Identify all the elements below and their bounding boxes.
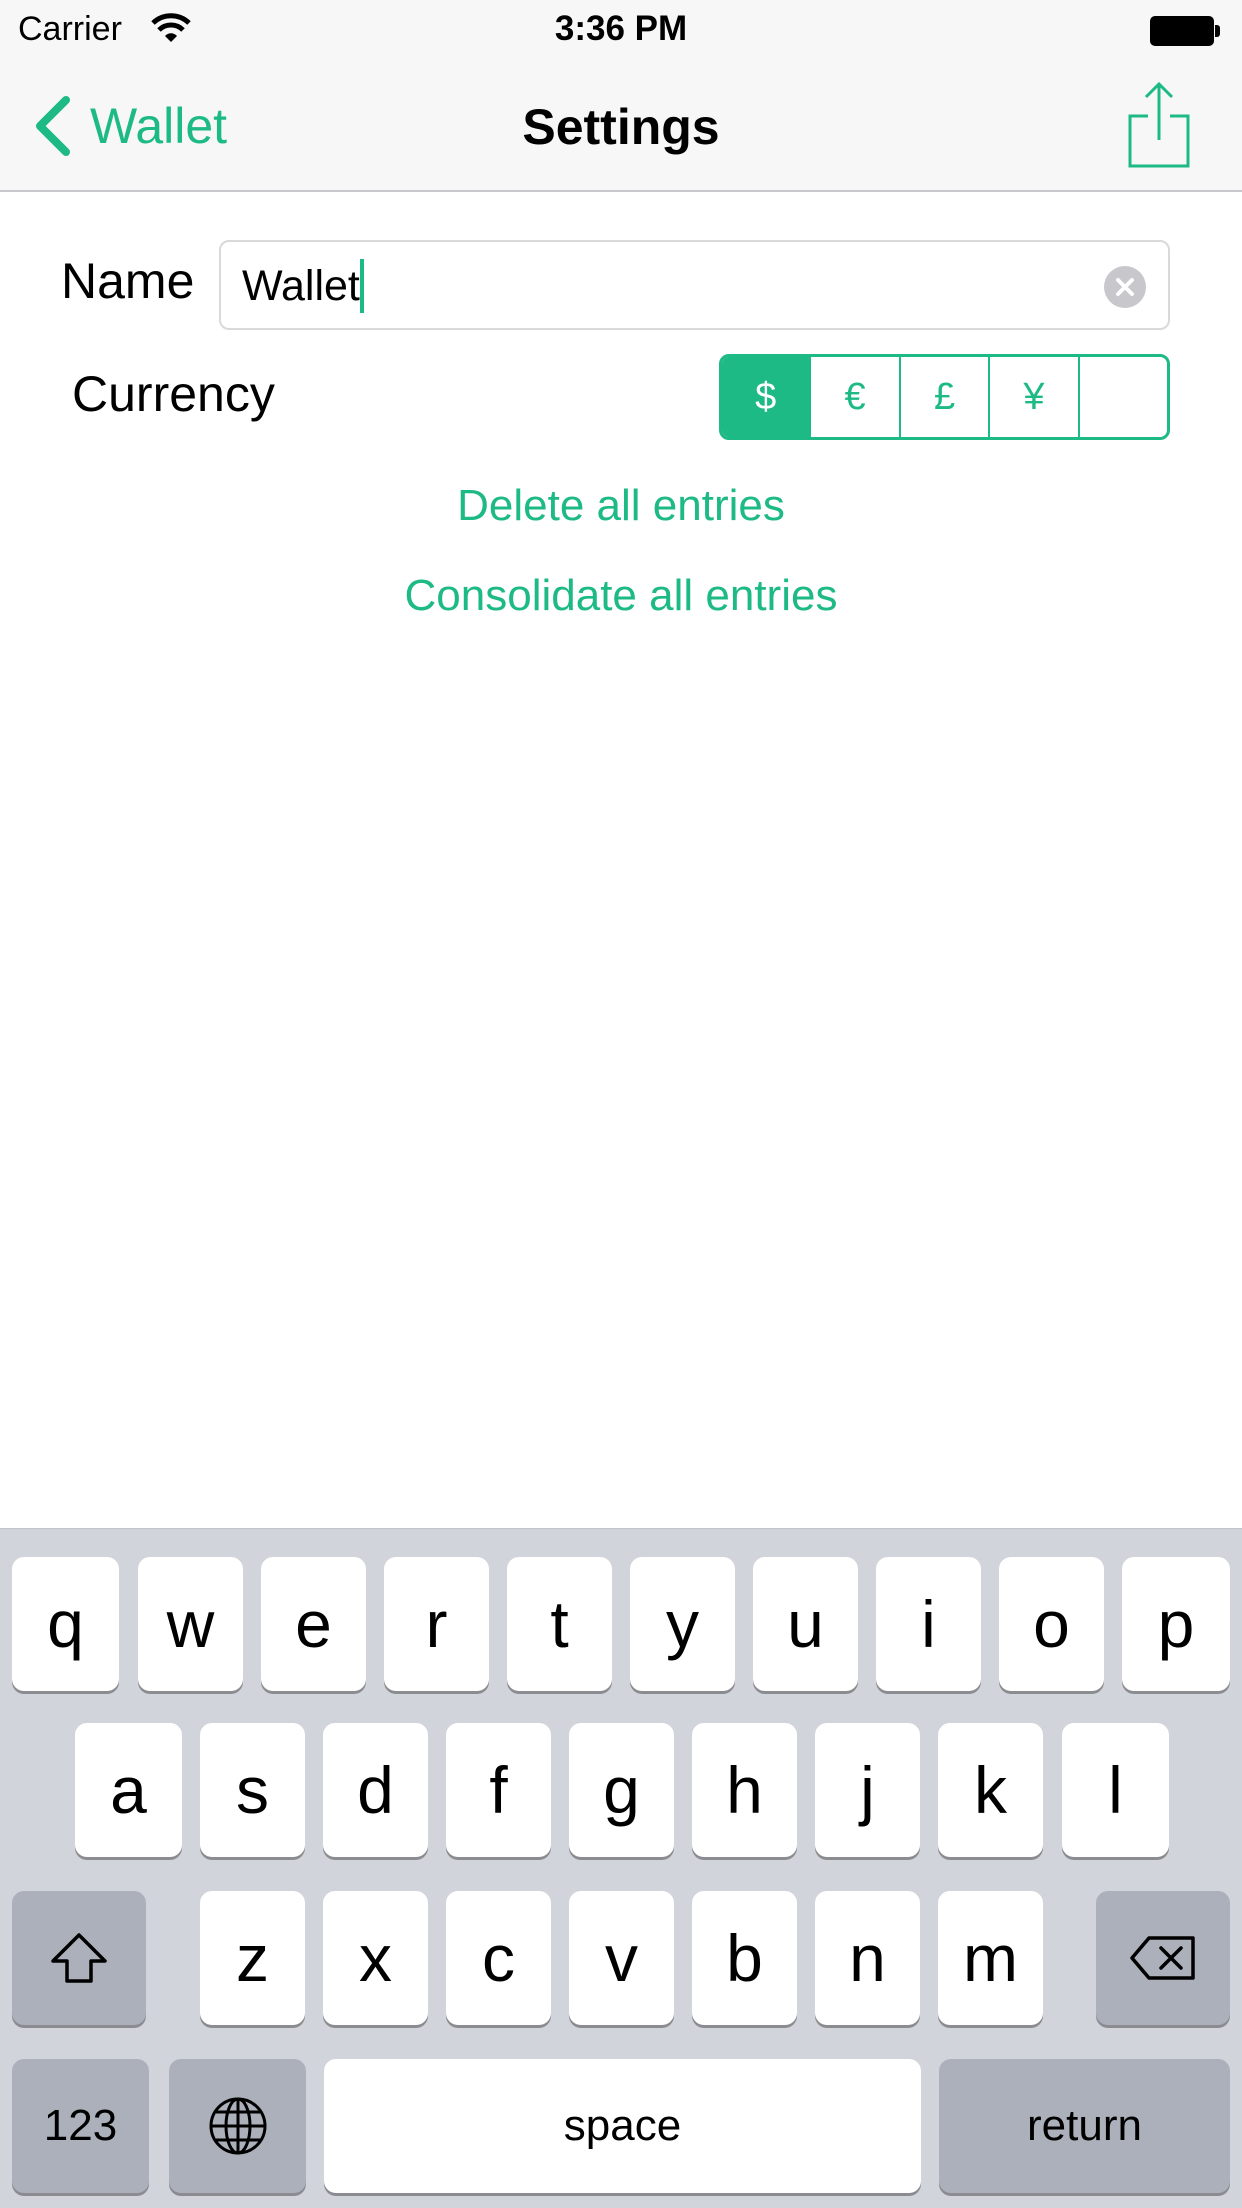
name-field[interactable]: Wallet bbox=[219, 240, 1170, 330]
key-f[interactable]: f bbox=[446, 1723, 551, 1857]
clock: 3:36 PM bbox=[554, 9, 688, 48]
key-i[interactable]: i bbox=[876, 1557, 981, 1691]
currency-option-blank[interactable] bbox=[1080, 357, 1167, 437]
currency-option-yen[interactable]: ¥ bbox=[990, 357, 1080, 437]
numbers-key[interactable]: 123 bbox=[12, 2059, 149, 2193]
currency-option-pound[interactable]: £ bbox=[901, 357, 991, 437]
name-label: Name bbox=[61, 253, 195, 309]
currency-option-dollar[interactable]: $ bbox=[722, 357, 812, 437]
key-g[interactable]: g bbox=[569, 1723, 674, 1857]
key-q[interactable]: q bbox=[12, 1557, 119, 1691]
globe-icon bbox=[209, 2097, 266, 2155]
key-e[interactable]: e bbox=[261, 1557, 366, 1691]
key-x[interactable]: x bbox=[323, 1891, 428, 2025]
key-w[interactable]: w bbox=[138, 1557, 243, 1691]
key-u[interactable]: u bbox=[753, 1557, 858, 1691]
keyboard: q w e r t y u i o p a s d f g h j k l z … bbox=[0, 1528, 1242, 2208]
key-d[interactable]: d bbox=[323, 1723, 428, 1857]
backspace-icon bbox=[1130, 1936, 1195, 1980]
consolidate-all-entries-button[interactable]: Consolidate all entries bbox=[0, 571, 1242, 621]
currency-label: Currency bbox=[72, 366, 275, 422]
backspace-key[interactable] bbox=[1096, 1891, 1230, 2025]
key-c[interactable]: c bbox=[446, 1891, 551, 2025]
status-bar: Carrier 3:36 PM bbox=[0, 0, 1242, 60]
delete-all-entries-button[interactable]: Delete all entries bbox=[0, 481, 1242, 531]
close-icon bbox=[1116, 278, 1134, 296]
key-n[interactable]: n bbox=[815, 1891, 920, 2025]
key-h[interactable]: h bbox=[692, 1723, 797, 1857]
key-y[interactable]: y bbox=[630, 1557, 735, 1691]
shift-arrow-icon bbox=[51, 1933, 107, 1983]
space-key[interactable]: space bbox=[324, 2059, 921, 2193]
text-cursor bbox=[359, 258, 364, 313]
key-z[interactable]: z bbox=[200, 1891, 305, 2025]
currency-segmented-control: $ € £ ¥ bbox=[719, 354, 1170, 440]
name-field-value: Wallet bbox=[242, 262, 360, 310]
key-t[interactable]: t bbox=[507, 1557, 612, 1691]
key-a[interactable]: a bbox=[75, 1723, 182, 1857]
key-p[interactable]: p bbox=[1122, 1557, 1230, 1691]
return-key[interactable]: return bbox=[939, 2059, 1230, 2193]
key-v[interactable]: v bbox=[569, 1891, 674, 2025]
key-s[interactable]: s bbox=[200, 1723, 305, 1857]
key-l[interactable]: l bbox=[1062, 1723, 1169, 1857]
clear-text-button[interactable] bbox=[1104, 266, 1146, 308]
key-o[interactable]: o bbox=[999, 1557, 1104, 1691]
shift-key[interactable] bbox=[12, 1891, 146, 2025]
key-j[interactable]: j bbox=[815, 1723, 920, 1857]
key-m[interactable]: m bbox=[938, 1891, 1043, 2025]
share-icon[interactable] bbox=[1128, 80, 1190, 170]
page-title: Settings bbox=[522, 99, 720, 155]
currency-option-euro[interactable]: € bbox=[811, 357, 901, 437]
navigation-bar: Wallet Settings bbox=[0, 60, 1242, 192]
key-b[interactable]: b bbox=[692, 1891, 797, 2025]
globe-key[interactable] bbox=[169, 2059, 306, 2193]
battery-icon bbox=[1150, 16, 1220, 46]
key-k[interactable]: k bbox=[938, 1723, 1043, 1857]
key-r[interactable]: r bbox=[384, 1557, 489, 1691]
